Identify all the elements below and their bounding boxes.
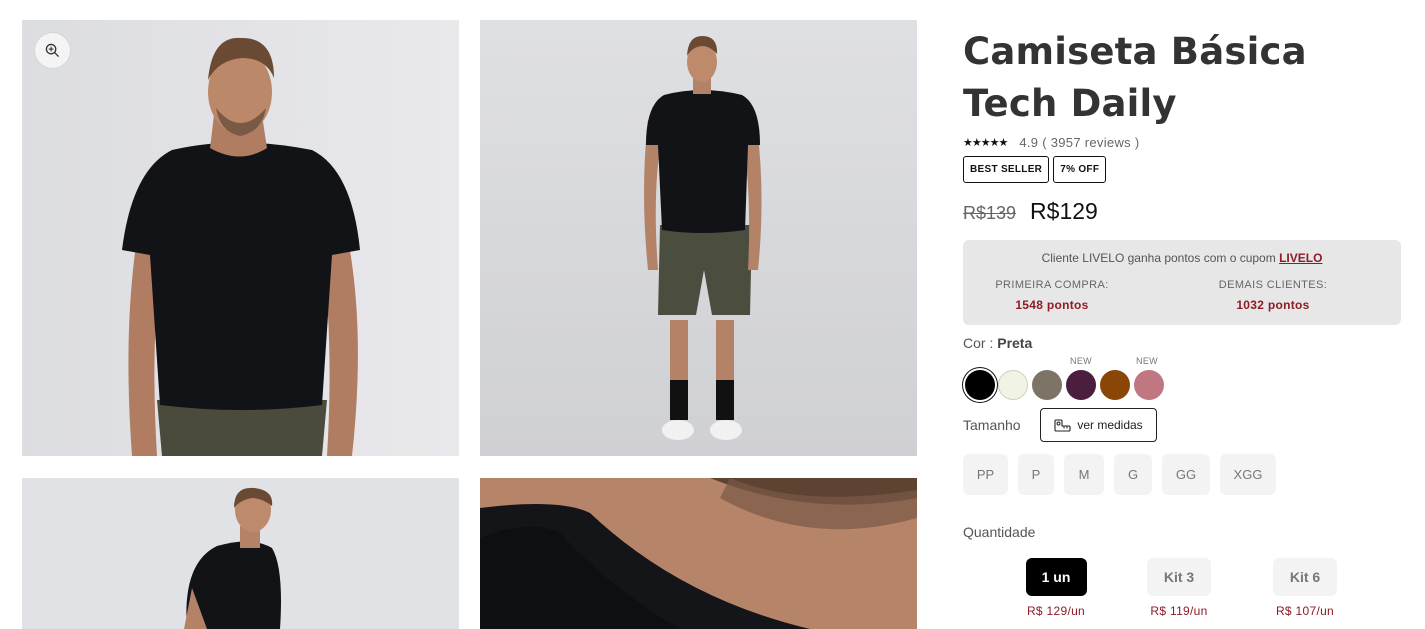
- size-option-gg[interactable]: GG: [1162, 454, 1210, 495]
- new-tag: NEW: [1136, 356, 1158, 366]
- size-option-p[interactable]: P: [1018, 454, 1054, 495]
- rating-text: 4.9 ( 3957 reviews ): [1019, 134, 1140, 150]
- current-price: R$129: [1030, 198, 1098, 224]
- product-image-back[interactable]: [22, 478, 459, 629]
- product-image-detail[interactable]: [480, 478, 917, 629]
- product-gallery: [0, 0, 940, 629]
- quantity-option-1un[interactable]: 1 un R$ 129/un: [1006, 558, 1106, 618]
- quantity-button[interactable]: Kit 3: [1147, 558, 1211, 596]
- quantity-unit-price: R$ 107/un: [1275, 604, 1335, 618]
- size-option-xgg[interactable]: XGG: [1220, 454, 1276, 495]
- color-label: Cor : Preta: [963, 335, 1032, 351]
- quantity-button[interactable]: Kit 6: [1273, 558, 1337, 596]
- color-swatch[interactable]: [1066, 370, 1096, 400]
- price-block: R$139 R$129: [963, 198, 1098, 225]
- quantity-unit-price: R$ 129/un: [1026, 604, 1086, 618]
- livelo-text: Cliente LIVELO ganha pontos com o cupom: [1041, 251, 1280, 265]
- size-option-g[interactable]: G: [1114, 454, 1152, 495]
- old-price: R$139: [963, 203, 1017, 223]
- livelo-first-purchase: PRIMEIRA COMPRA: 1548 pontos: [963, 279, 1221, 312]
- livelo-other-label: DEMAIS CLIENTES:: [1218, 279, 1328, 291]
- livelo-coupon-link[interactable]: LIVELO: [1279, 251, 1322, 265]
- color-swatch[interactable]: [1032, 370, 1062, 400]
- color-swatch-preta[interactable]: [965, 370, 995, 400]
- rating-summary[interactable]: ★★★★★ 4.9 ( 3957 reviews ): [963, 134, 1139, 150]
- product-photo-front: [22, 20, 459, 456]
- product-photo-full-body: [480, 20, 917, 456]
- badges: BEST SELLER 7% OFF: [963, 156, 1107, 183]
- color-swatch[interactable]: [998, 370, 1028, 400]
- product-info: Camiseta Básica Tech Daily ★★★★★ 4.9 ( 3…: [963, 0, 1403, 629]
- quantity-unit-price: R$ 119/un: [1150, 604, 1208, 618]
- zoom-in-icon: [45, 43, 60, 58]
- rating-stars: ★★★★★: [963, 136, 1008, 149]
- quantity-option-kit3[interactable]: Kit 3 R$ 119/un: [1129, 558, 1229, 618]
- selected-color-name: Preta: [997, 335, 1033, 351]
- ruler-icon: [1054, 418, 1071, 432]
- color-swatch[interactable]: [1100, 370, 1130, 400]
- new-tag: NEW: [1070, 356, 1092, 366]
- livelo-points-box: Cliente LIVELO ganha pontos com o cupom …: [963, 240, 1401, 325]
- livelo-message: Cliente LIVELO ganha pontos com o cupom …: [963, 251, 1401, 265]
- badge-best-seller: BEST SELLER: [963, 156, 1050, 183]
- size-header: Tamanho ver medidas: [963, 408, 1403, 442]
- size-guide-label: ver medidas: [1077, 418, 1143, 432]
- livelo-first-label: PRIMEIRA COMPRA:: [995, 279, 1109, 291]
- quantity-label: Quantidade: [963, 524, 1036, 540]
- livelo-other-value: 1032 pontos: [1236, 298, 1310, 312]
- color-swatch[interactable]: [1134, 370, 1164, 400]
- badge-discount: 7% OFF: [1053, 156, 1107, 183]
- livelo-first-value: 1548 pontos: [1015, 298, 1089, 312]
- quantity-option-kit6[interactable]: Kit 6 R$ 107/un: [1255, 558, 1355, 618]
- size-options: PP P M G GG XGG: [963, 454, 1276, 495]
- product-title: Camiseta Básica Tech Daily: [963, 30, 1307, 125]
- product-photo-detail: [480, 478, 917, 629]
- product-image-front[interactable]: [22, 20, 459, 456]
- color-label-text: Cor :: [963, 335, 998, 351]
- size-label: Tamanho: [963, 417, 1021, 433]
- product-image-full-body[interactable]: [480, 20, 917, 456]
- livelo-other-clients: DEMAIS CLIENTES: 1032 pontos: [1185, 279, 1361, 312]
- quantity-button[interactable]: 1 un: [1025, 558, 1087, 596]
- size-option-pp[interactable]: PP: [963, 454, 1008, 495]
- product-photo-back: [22, 478, 459, 629]
- size-guide-button[interactable]: ver medidas: [1040, 408, 1157, 442]
- size-option-m[interactable]: M: [1064, 454, 1104, 495]
- zoom-button[interactable]: [35, 33, 70, 68]
